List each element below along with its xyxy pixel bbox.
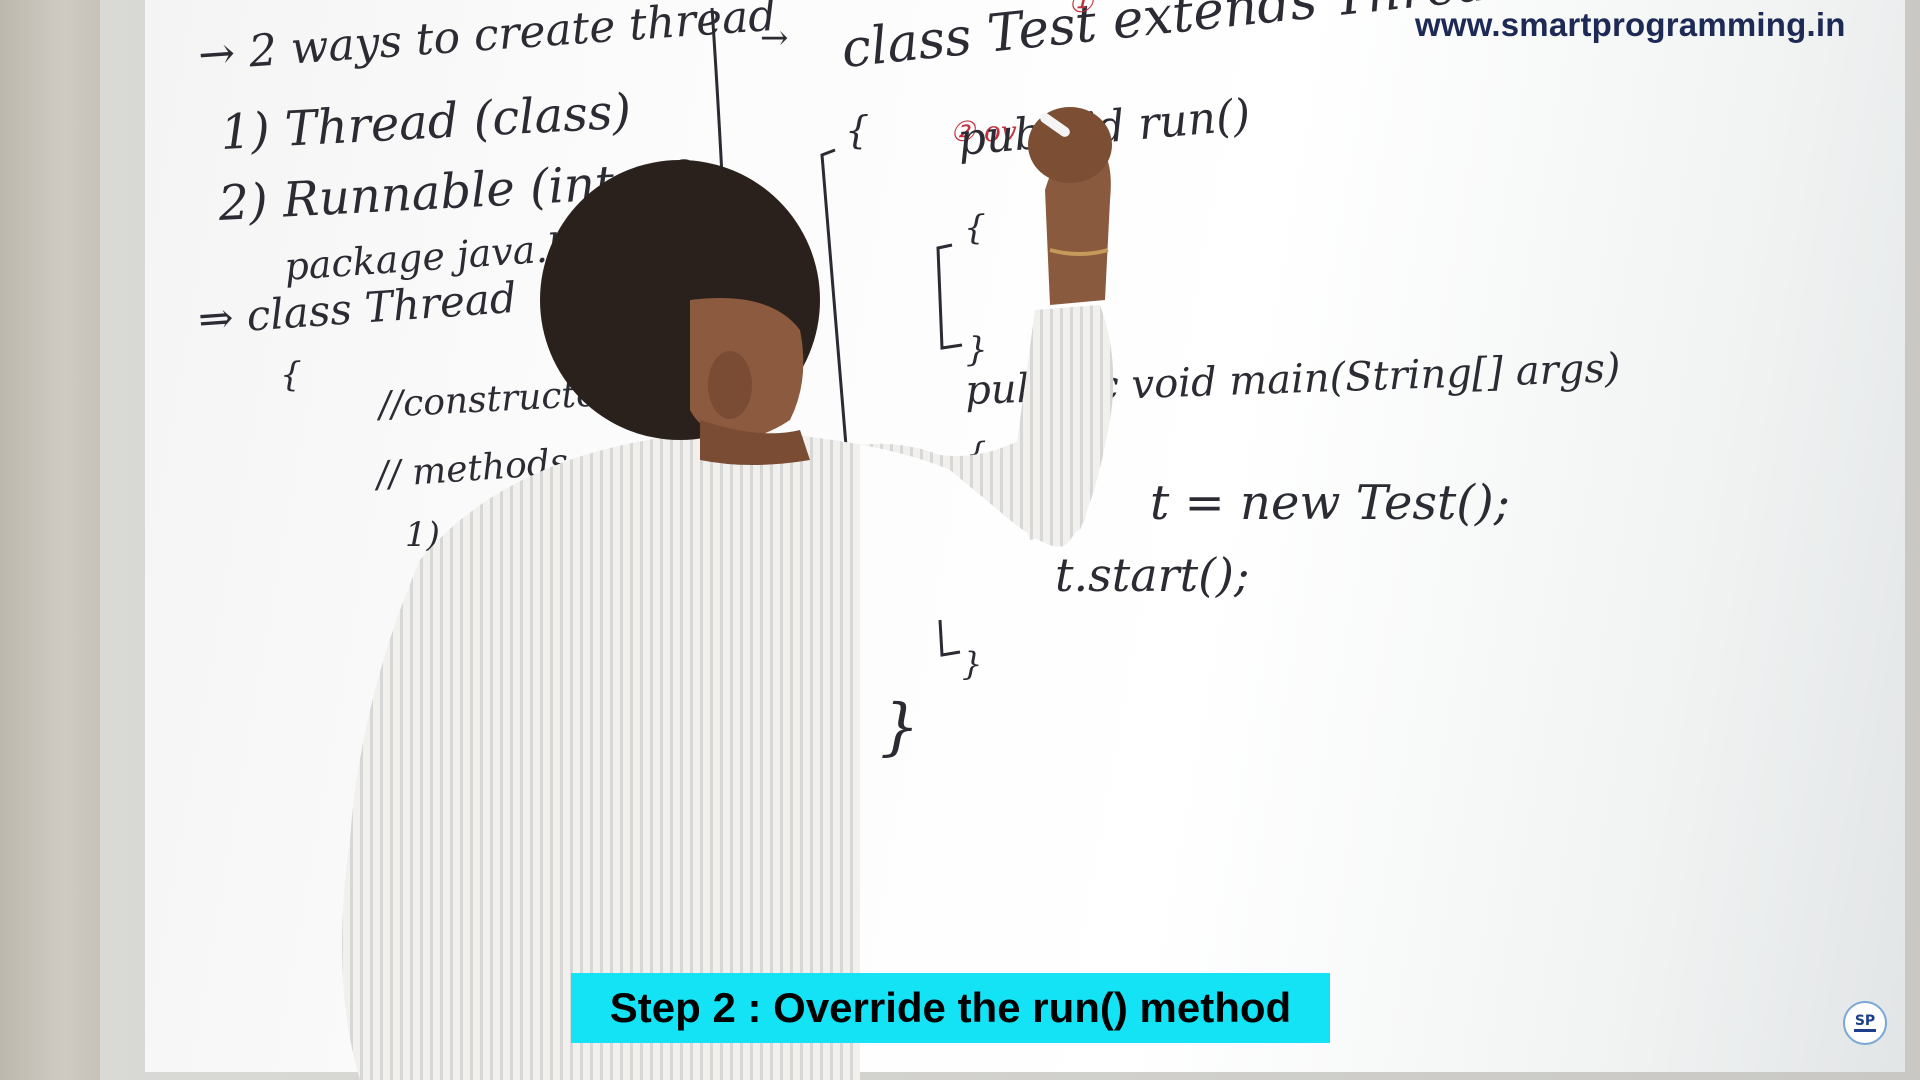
- smart-programming-logo-icon: SP: [1843, 1001, 1887, 1045]
- website-watermark: www.smartprogramming.in: [1415, 6, 1846, 43]
- svg-text:SP: SP: [1855, 1013, 1875, 1029]
- video-frame: → 2 ways to create thread 1) Thread (cla…: [0, 0, 1920, 1080]
- logo-mark-icon: SP: [1847, 1005, 1883, 1041]
- step-caption-banner: Step 2 : Override the run() method: [571, 973, 1330, 1043]
- step-caption-text: Step 2 : Override the run() method: [609, 984, 1292, 1031]
- presenter: [342, 107, 1114, 1080]
